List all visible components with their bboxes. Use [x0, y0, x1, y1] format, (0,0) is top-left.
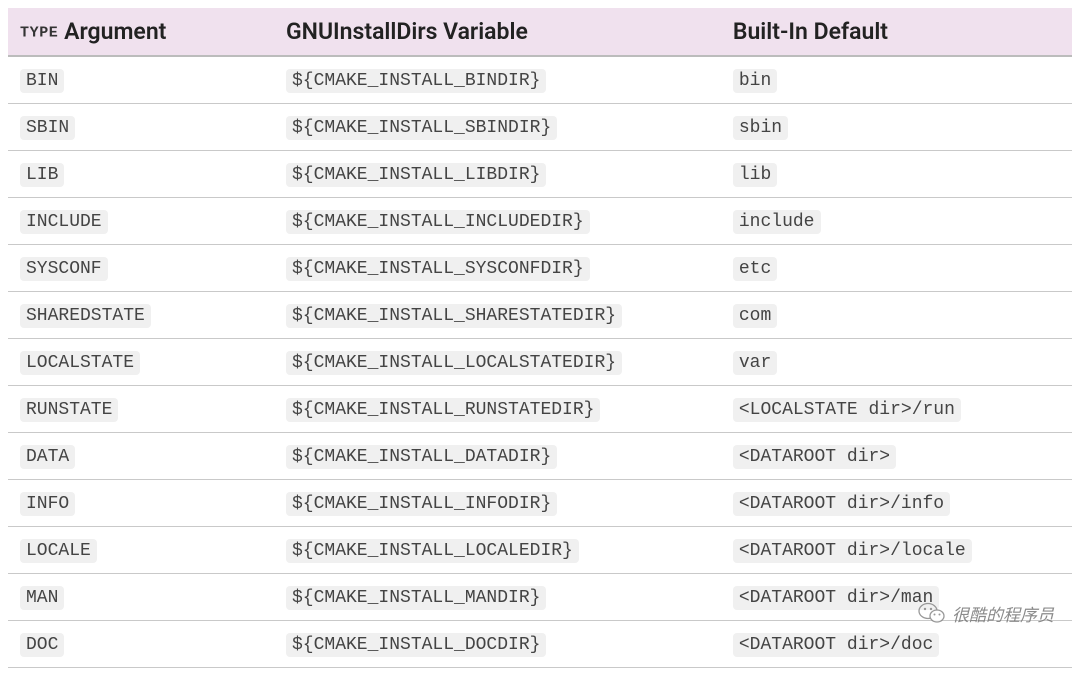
- header-type-prefix: TYPE: [20, 24, 58, 41]
- type-argument-code: RUNSTATE: [20, 398, 118, 422]
- builtin-default-code: bin: [733, 69, 777, 93]
- gnu-variable-code: ${CMAKE_INSTALL_LOCALEDIR}: [286, 539, 579, 563]
- table-row: LOCALE ${CMAKE_INSTALL_LOCALEDIR} <DATAROO…: [8, 527, 1072, 574]
- table-row: BIN ${CMAKE_INSTALL_BINDIR} bin: [8, 56, 1072, 104]
- table-header-row: TYPE Argument GNUInstallDirs Variable Bu…: [8, 8, 1072, 56]
- table-row: DATA ${CMAKE_INSTALL_DATADIR} <DATAROOT di…: [8, 433, 1072, 480]
- gnu-variable-code: ${CMAKE_INSTALL_INCLUDEDIR}: [286, 210, 590, 234]
- gnu-variable-code: ${CMAKE_INSTALL_BINDIR}: [286, 69, 546, 93]
- builtin-default-code: etc: [733, 257, 777, 281]
- builtin-default-code: include: [733, 210, 821, 234]
- builtin-default-code: <DATAROOT dir>: [733, 445, 896, 469]
- gnu-variable-code: ${CMAKE_INSTALL_RUNSTATEDIR}: [286, 398, 600, 422]
- table-row: SBIN ${CMAKE_INSTALL_SBINDIR} sbin: [8, 104, 1072, 151]
- type-argument-code: LIB: [20, 163, 64, 187]
- type-argument-code: SBIN: [20, 116, 75, 140]
- header-variable: GNUInstallDirs Variable: [274, 8, 721, 56]
- builtin-default-code: sbin: [733, 116, 788, 140]
- gnu-variable-code: ${CMAKE_INSTALL_SBINDIR}: [286, 116, 557, 140]
- gnu-variable-code: ${CMAKE_INSTALL_INFODIR}: [286, 492, 557, 516]
- table-row: DOC ${CMAKE_INSTALL_DOCDIR} <DATAROOT dir>…: [8, 621, 1072, 668]
- gnu-variable-code: ${CMAKE_INSTALL_SYSCONFDIR}: [286, 257, 590, 281]
- builtin-default-code: lib: [733, 163, 777, 187]
- type-argument-code: BIN: [20, 69, 64, 93]
- type-argument-code: LOCALE: [20, 539, 97, 563]
- builtin-default-code: com: [733, 304, 777, 328]
- builtin-default-code: <DATAROOT dir>/locale: [733, 539, 972, 563]
- builtin-default-code: <DATAROOT dir>/doc: [733, 633, 939, 657]
- table-row: INCLUDE ${CMAKE_INSTALL_INCLUDEDIR} includ…: [8, 198, 1072, 245]
- gnu-variable-code: ${CMAKE_INSTALL_DOCDIR}: [286, 633, 546, 657]
- gnu-variable-code: ${CMAKE_INSTALL_LOCALSTATEDIR}: [286, 351, 622, 375]
- type-argument-code: INCLUDE: [20, 210, 108, 234]
- type-argument-code: INFO: [20, 492, 75, 516]
- type-argument-code: DOC: [20, 633, 64, 657]
- type-argument-code: DATA: [20, 445, 75, 469]
- type-argument-code: SYSCONF: [20, 257, 108, 281]
- gnu-variable-code: ${CMAKE_INSTALL_DATADIR}: [286, 445, 557, 469]
- builtin-default-code: <DATAROOT dir>/man: [733, 586, 939, 610]
- table-row: SHAREDSTATE ${CMAKE_INSTALL_SHARESTATEDIR…: [8, 292, 1072, 339]
- table-row: RUNSTATE ${CMAKE_INSTALL_RUNSTATEDIR} <LOC…: [8, 386, 1072, 433]
- type-argument-code: LOCALSTATE: [20, 351, 140, 375]
- gnu-variable-code: ${CMAKE_INSTALL_SHARESTATEDIR}: [286, 304, 622, 328]
- builtin-default-code: <DATAROOT dir>/info: [733, 492, 950, 516]
- gnu-variable-code: ${CMAKE_INSTALL_LIBDIR}: [286, 163, 546, 187]
- header-builtin: Built-In Default: [721, 8, 1072, 56]
- builtin-default-code: var: [733, 351, 777, 375]
- install-dirs-table: TYPE Argument GNUInstallDirs Variable Bu…: [8, 8, 1072, 668]
- type-argument-code: SHAREDSTATE: [20, 304, 151, 328]
- table-row: LIB ${CMAKE_INSTALL_LIBDIR} lib: [8, 151, 1072, 198]
- builtin-default-code: <LOCALSTATE dir>/run: [733, 398, 961, 422]
- table-row: MAN ${CMAKE_INSTALL_MANDIR} <DATAROOT dir>…: [8, 574, 1072, 621]
- type-argument-code: MAN: [20, 586, 64, 610]
- header-argument-suffix: Argument: [58, 18, 166, 45]
- table-row: INFO ${CMAKE_INSTALL_INFODIR} <DATAROOT di…: [8, 480, 1072, 527]
- table-row: LOCALSTATE ${CMAKE_INSTALL_LOCALSTATEDIR}…: [8, 339, 1072, 386]
- table-row: SYSCONF ${CMAKE_INSTALL_SYSCONFDIR} etc: [8, 245, 1072, 292]
- gnu-variable-code: ${CMAKE_INSTALL_MANDIR}: [286, 586, 546, 610]
